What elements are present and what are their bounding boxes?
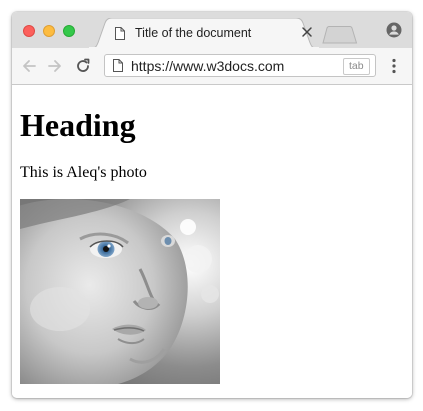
reload-icon[interactable] [74,57,92,75]
window-close-button[interactable] [23,25,35,37]
page-paragraph: This is Aleq's photo [20,164,147,181]
address-bar[interactable]: https://www.w3docs.com tab [104,54,376,77]
vertical-dots-icon[interactable] [389,58,399,74]
browser-window: Title of the document https://www.w3docs… [12,12,412,398]
browser-tab[interactable]: Title of the document [88,18,320,49]
window-minimize-button[interactable] [43,25,55,37]
page-content: Heading This is Aleq's photo [12,85,412,398]
tab-title: Title of the document [135,26,252,40]
arrow-right-icon[interactable] [46,57,64,75]
new-tab-icon[interactable] [322,26,358,44]
arrow-left-icon[interactable] [20,57,38,75]
tab-hint-badge: tab [343,58,370,75]
url-text[interactable]: https://www.w3docs.com [131,58,284,74]
toolbar: https://www.w3docs.com tab [12,48,412,85]
baby-photo [20,199,220,384]
document-icon [115,27,125,40]
window-maximize-button[interactable] [63,25,75,37]
close-icon[interactable] [301,26,313,38]
document-icon [113,59,123,72]
page-heading: Heading [20,107,136,143]
profile-icon[interactable] [386,22,402,38]
title-bar: Title of the document [12,12,412,49]
